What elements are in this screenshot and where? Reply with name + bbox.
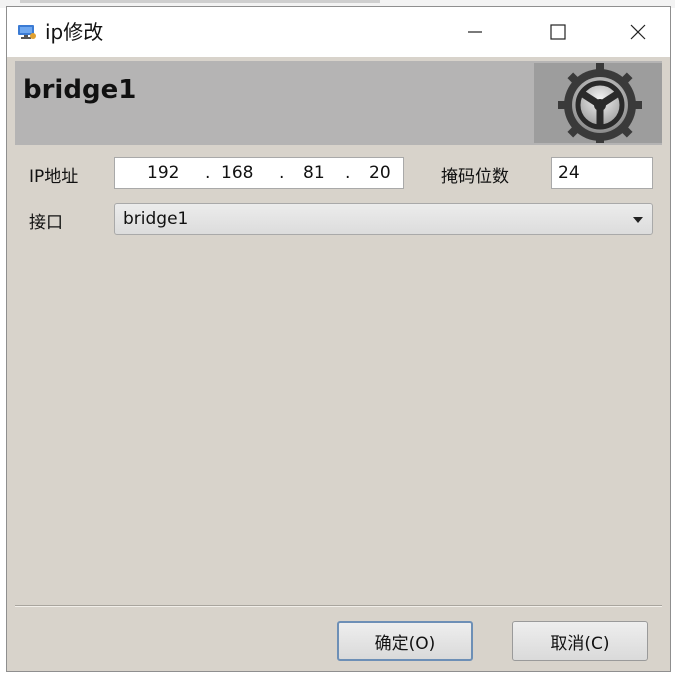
ip-octet-2[interactable]: 168 xyxy=(221,163,253,183)
window-title: ip修改 xyxy=(45,20,104,44)
ip-address-label: IP地址 xyxy=(29,167,79,187)
maximize-icon xyxy=(550,24,566,40)
ip-octet-1[interactable]: 192 xyxy=(147,163,179,183)
title-bar[interactable]: ip修改 xyxy=(7,7,670,57)
mask-bits-input[interactable]: 24 xyxy=(551,157,653,189)
close-button[interactable] xyxy=(610,7,666,57)
ok-button[interactable]: 确定(O) xyxy=(337,621,473,661)
header-banner: bridge1 xyxy=(15,61,662,147)
cancel-button[interactable]: 取消(C) xyxy=(512,621,648,661)
maximize-button[interactable] xyxy=(530,7,586,57)
header-title: bridge1 xyxy=(23,75,137,105)
ip-octet-4[interactable]: 20 xyxy=(369,163,391,183)
interface-label: 接口 xyxy=(29,213,63,233)
ip-separator-1: . xyxy=(205,163,211,183)
dropdown-arrow-icon xyxy=(633,217,643,223)
interface-select-value: bridge1 xyxy=(123,209,189,229)
mask-bits-label: 掩码位数 xyxy=(441,167,509,187)
interface-select[interactable]: bridge1 xyxy=(114,203,653,235)
minimize-button[interactable] xyxy=(447,7,503,57)
ip-octet-3[interactable]: 81 xyxy=(303,163,325,183)
background-blur xyxy=(20,0,380,3)
ip-separator-3: . xyxy=(345,163,351,183)
ip-address-input[interactable]: 192 . 168 . 81 . 20 xyxy=(114,157,404,189)
ip-edit-dialog: ip修改 bridge1 IP地址 192 . 168 . 81 . 20 掩码… xyxy=(6,6,671,672)
gear-image xyxy=(534,63,662,147)
gear-icon xyxy=(558,63,642,147)
close-icon xyxy=(630,24,646,40)
footer-divider xyxy=(15,605,662,607)
minimize-icon xyxy=(468,31,482,33)
ip-separator-2: . xyxy=(279,163,285,183)
app-monitor-icon xyxy=(18,25,36,39)
